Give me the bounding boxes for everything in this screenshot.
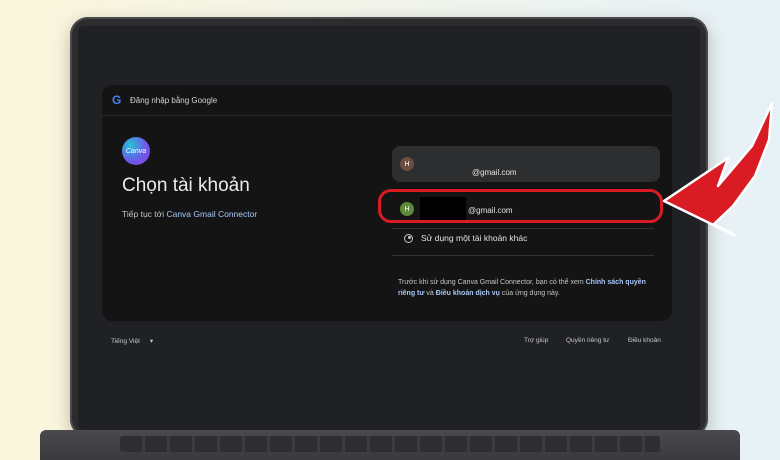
red-arrow-icon: [662, 101, 774, 237]
